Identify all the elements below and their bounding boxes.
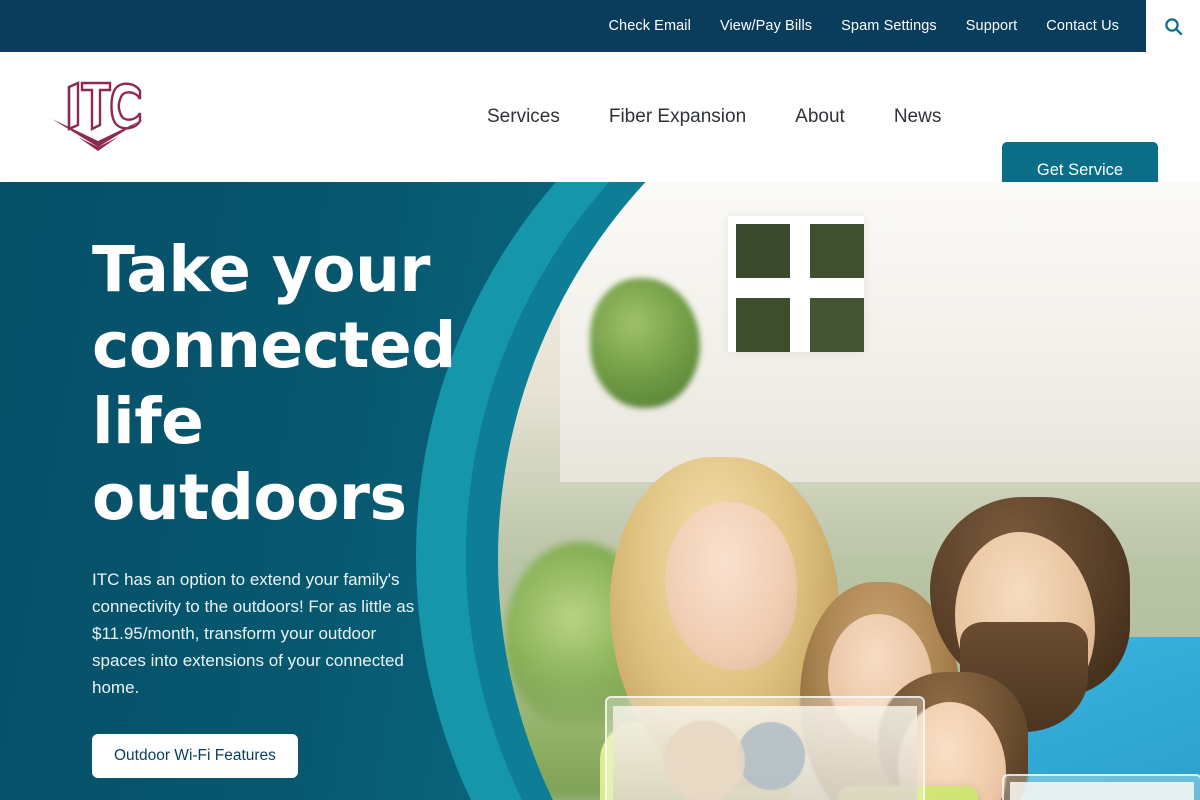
hero-headline: Take your connected life outdoors xyxy=(92,233,456,534)
hero-photo xyxy=(498,182,1200,800)
topbar-link-contact-us[interactable]: Contact Us xyxy=(1046,0,1119,52)
photo-edge-shade xyxy=(498,182,1200,800)
search-toggle-button[interactable] xyxy=(1146,0,1200,52)
hero-section: Take your connected life outdoors ITC ha… xyxy=(0,182,1200,800)
nav-link-news[interactable]: News xyxy=(894,106,942,128)
hero-image-mask xyxy=(498,182,1200,800)
main-nav: Services Fiber Expansion About News xyxy=(487,52,941,182)
outdoor-wifi-features-button[interactable]: Outdoor Wi-Fi Features xyxy=(92,734,298,778)
nav-link-fiber-expansion[interactable]: Fiber Expansion xyxy=(609,106,746,128)
top-utility-bar: Check Email View/Pay Bills Spam Settings… xyxy=(0,0,1200,52)
site-header: Services Fiber Expansion About News Get … xyxy=(0,52,1200,198)
topbar-nav: Check Email View/Pay Bills Spam Settings… xyxy=(608,0,1146,52)
nav-link-about[interactable]: About xyxy=(795,106,845,128)
topbar-link-support[interactable]: Support xyxy=(966,0,1018,52)
hero-content: Take your connected life outdoors ITC ha… xyxy=(92,232,456,778)
itc-logo-icon xyxy=(52,81,144,151)
topbar-link-spam-settings[interactable]: Spam Settings xyxy=(841,0,937,52)
topbar-link-check-email[interactable]: Check Email xyxy=(608,0,691,52)
itc-logo[interactable] xyxy=(48,81,148,153)
topbar-link-view-pay-bills[interactable]: View/Pay Bills xyxy=(720,0,812,52)
search-icon xyxy=(1164,17,1182,35)
hero-subtext: ITC has an option to extend your family'… xyxy=(92,570,415,697)
nav-link-services[interactable]: Services xyxy=(487,106,560,128)
